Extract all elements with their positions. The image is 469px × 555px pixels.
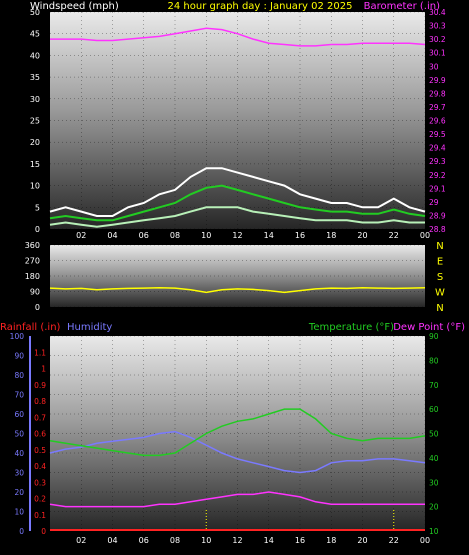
temp-tick-70: 70 (429, 381, 439, 390)
weather-graph: Windspeed (mph) 24 hour graph day : Janu… (0, 1, 465, 545)
wind-tick-45: 45 (30, 30, 40, 39)
hour3-tick-22: 22 (389, 536, 399, 545)
rain-tick-1: 1 (41, 365, 46, 374)
humidity-tick-70: 70 (14, 391, 24, 400)
hour3-tick-02: 02 (76, 536, 86, 545)
hour-tick-12: 12 (232, 231, 242, 240)
baro-tick-30.1: 30.1 (429, 49, 446, 58)
temp-tick-20: 20 (429, 503, 439, 512)
rain-tick-1.1: 1.1 (34, 348, 46, 357)
dir-tick-360: 360 (25, 241, 40, 250)
humidity-tick-90: 90 (14, 352, 24, 361)
compass-label-2: S (437, 272, 443, 283)
humidity-tick-20: 20 (14, 488, 24, 497)
humidity-tick-10: 10 (14, 508, 24, 517)
rain-tick-0.9: 0.9 (34, 381, 46, 390)
hour3-tick-14: 14 (264, 536, 274, 545)
hour-tick-06: 06 (139, 231, 149, 240)
baro-tick-29.3: 29.3 (429, 157, 446, 166)
temp-tick-60: 60 (429, 405, 439, 414)
hour3-tick-08: 08 (170, 536, 180, 545)
humidity-tick-100: 100 (10, 332, 25, 341)
rain-tick-0.7: 0.7 (34, 413, 46, 422)
wind-tick-0: 0 (35, 225, 40, 234)
wind-tick-15: 15 (30, 160, 40, 169)
baro-tick-30.3: 30.3 (429, 22, 446, 31)
wind-tick-35: 35 (30, 73, 40, 82)
humidity-tick-80: 80 (14, 371, 24, 380)
hour3-tick-20: 20 (357, 536, 367, 545)
wind-tick-40: 40 (30, 51, 40, 60)
hour3-tick-12: 12 (232, 536, 242, 545)
rain-tick-0.8: 0.8 (34, 397, 46, 406)
baro-tick-29.5: 29.5 (429, 130, 446, 139)
hour3-tick-00: 00 (420, 536, 430, 545)
baro-tick-29.7: 29.7 (429, 103, 446, 112)
temp-tick-90: 90 (429, 332, 439, 341)
compass-label-1: W (435, 288, 445, 299)
temp-tick-80: 80 (429, 356, 439, 365)
hour-tick-02: 02 (76, 231, 86, 240)
temp-tick-10: 10 (429, 527, 439, 536)
baro-tick-29.4: 29.4 (429, 144, 446, 153)
rain-tick-0.4: 0.4 (34, 462, 46, 471)
baro-tick-29: 29 (429, 198, 439, 207)
wind-tick-5: 5 (35, 203, 40, 212)
rain-tick-0.6: 0.6 (34, 430, 46, 439)
baro-tick-28.8: 28.8 (429, 225, 446, 234)
dir-tick-0: 0 (35, 303, 40, 312)
temp-tick-40: 40 (429, 454, 439, 463)
hour-tick-22: 22 (389, 231, 399, 240)
rain-tick-0.3: 0.3 (34, 478, 46, 487)
hour3-tick-10: 10 (201, 536, 211, 545)
temp-tick-50: 50 (429, 430, 439, 439)
hour-tick-14: 14 (264, 231, 274, 240)
rain-tick-0.5: 0.5 (34, 446, 46, 455)
hour-tick-04: 04 (107, 231, 117, 240)
humidity-tick-60: 60 (14, 410, 24, 419)
compass-label-0: N (436, 303, 443, 314)
compass-label-4: N (436, 241, 443, 252)
dir-tick-90: 90 (30, 288, 40, 297)
hour-tick-16: 16 (295, 231, 305, 240)
baro-tick-30: 30 (429, 62, 439, 71)
dir-tick-180: 180 (25, 272, 40, 281)
rain-tick-0: 0 (41, 527, 46, 536)
hour-tick-20: 20 (357, 231, 367, 240)
hour-tick-18: 18 (326, 231, 336, 240)
hour-tick-08: 08 (170, 231, 180, 240)
humidity-axis-label: Humidity (67, 322, 112, 333)
baro-tick-30.4: 30.4 (429, 8, 446, 17)
humidity-tick-0: 0 (19, 527, 24, 536)
rain-tick-0.1: 0.1 (34, 511, 46, 520)
baro-tick-28.9: 28.9 (429, 211, 446, 220)
humidity-tick-30: 30 (14, 469, 24, 478)
wind-tick-10: 10 (30, 182, 40, 191)
baro-tick-29.8: 29.8 (429, 89, 446, 98)
hour3-tick-04: 04 (107, 536, 117, 545)
hour3-tick-06: 06 (139, 536, 149, 545)
hour-tick-00: 00 (420, 231, 430, 240)
hour-tick-10: 10 (201, 231, 211, 240)
graph-title: 24 hour graph day : January 02 2025 (168, 1, 353, 12)
baro-tick-29.2: 29.2 (429, 171, 446, 180)
humidity-tick-40: 40 (14, 449, 24, 458)
compass-label-3: E (437, 257, 443, 268)
hour3-tick-18: 18 (326, 536, 336, 545)
dir-tick-270: 270 (25, 257, 40, 266)
temperature-axis-label: Temperature (°F) (308, 322, 394, 333)
rain-tick-0.2: 0.2 (34, 495, 46, 504)
humidity-tick-50: 50 (14, 430, 24, 439)
temp-tick-30: 30 (429, 478, 439, 487)
baro-tick-30.2: 30.2 (429, 35, 446, 44)
hour3-tick-16: 16 (295, 536, 305, 545)
wind-axis-label: Windspeed (mph) (30, 1, 119, 12)
baro-tick-29.1: 29.1 (429, 184, 446, 193)
wind-tick-50: 50 (30, 8, 40, 17)
wind-tick-30: 30 (30, 95, 40, 104)
wind-tick-25: 25 (30, 117, 40, 126)
baro-tick-29.6: 29.6 (429, 117, 446, 126)
wind-tick-20: 20 (30, 138, 40, 147)
baro-tick-29.9: 29.9 (429, 76, 446, 85)
